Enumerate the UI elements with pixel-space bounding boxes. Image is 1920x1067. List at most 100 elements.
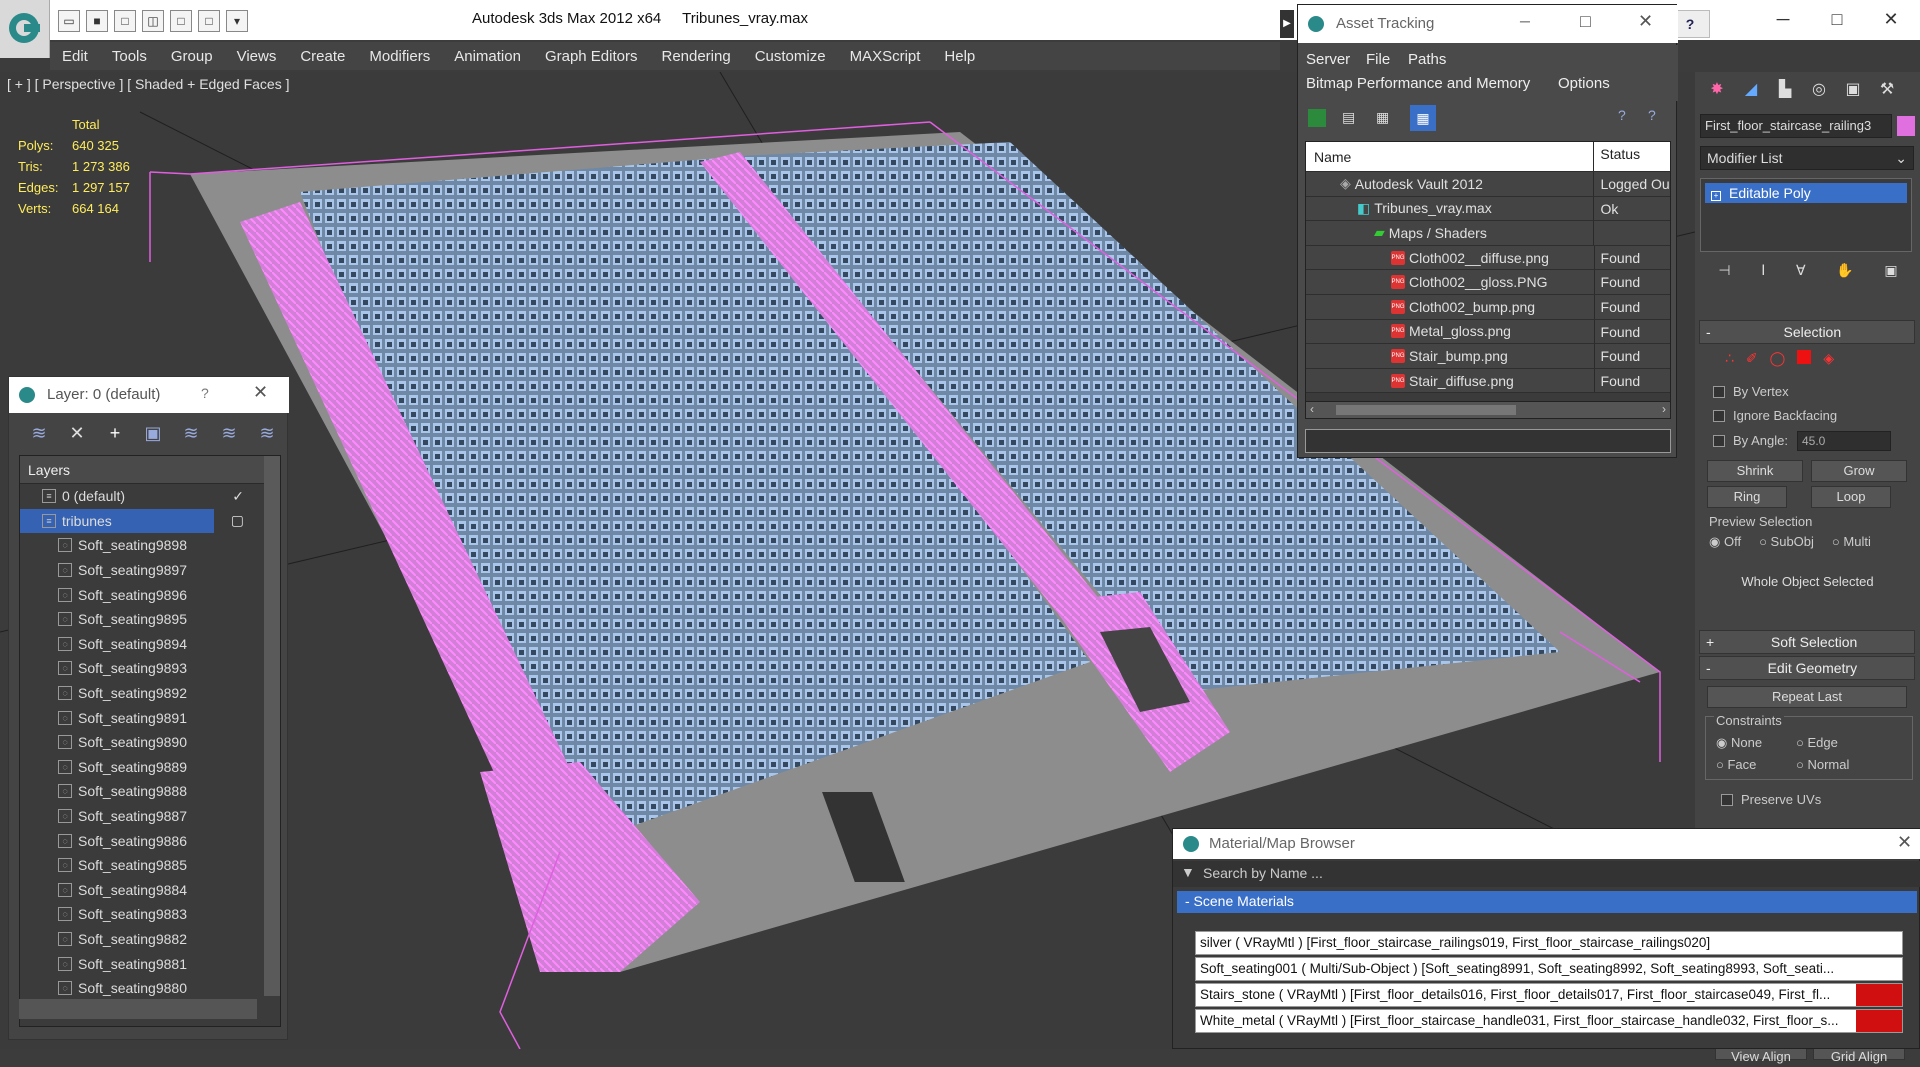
menu-group[interactable]: Group	[159, 48, 225, 65]
close-icon[interactable]: ✕	[1897, 832, 1912, 853]
layer-row[interactable]: ◌ Soft_seating9882	[20, 927, 254, 952]
table-view-icon[interactable]: ▦	[1410, 105, 1436, 131]
maximize-icon[interactable]: □	[1814, 4, 1860, 34]
layer-panel-titlebar[interactable]: Layer: 0 (default) ? ✕	[9, 377, 289, 413]
asset-row[interactable]: PNG Cloth002__gloss.PNG Found	[1306, 270, 1670, 295]
menu-animation[interactable]: Animation	[442, 48, 533, 65]
close-icon[interactable]: ✕	[1638, 11, 1653, 32]
menu-views[interactable]: Views	[225, 48, 289, 65]
layer-row[interactable]: ◌ Soft_seating9893	[20, 656, 254, 681]
display-tab-icon[interactable]: ▣	[1839, 78, 1867, 104]
add-to-layer-icon[interactable]: +	[101, 420, 129, 446]
scroll-right-icon[interactable]: ›	[1662, 402, 1666, 416]
hierarchy-tab-icon[interactable]: ▙	[1771, 78, 1799, 104]
layer-vertical-scrollbar[interactable]	[264, 456, 280, 996]
menu-bitmap-performance[interactable]: Bitmap Performance and Memory	[1306, 75, 1530, 92]
app-menu-button[interactable]	[0, 0, 50, 58]
vertex-icon[interactable]: ∴	[1725, 350, 1734, 367]
selection-rollout-header[interactable]: - Selection	[1699, 320, 1915, 344]
asset-row[interactable]: PNG Stair_diffuse.png Found	[1306, 368, 1670, 394]
asset-path-field[interactable]	[1305, 429, 1671, 453]
object-name-field[interactable]: First_floor_staircase_railing3	[1700, 114, 1892, 138]
hide-all-icon[interactable]: ≋	[215, 420, 243, 446]
layer-row[interactable]: ◌ Soft_seating9880	[20, 976, 254, 1001]
layer-row[interactable]: ◌ Soft_seating9885	[20, 853, 254, 878]
close-icon[interactable]: ✕	[1868, 4, 1914, 34]
edit-geometry-rollout-header[interactable]: - Edit Geometry	[1699, 656, 1915, 680]
motion-tab-icon[interactable]: ◎	[1805, 78, 1833, 104]
current-layer-checkmark-icon[interactable]: ✓	[232, 488, 244, 505]
menu-options[interactable]: Options	[1558, 75, 1610, 92]
layer-help-icon[interactable]: ?	[201, 385, 209, 401]
border-icon[interactable]: ◯	[1770, 350, 1786, 367]
layer-row[interactable]: ◌ Soft_seating9883	[20, 902, 254, 927]
material-row[interactable]: White_metal ( VRayMtl ) [First_floor_sta…	[1195, 1009, 1903, 1033]
stack-item-editable-poly[interactable]: + Editable Poly	[1705, 183, 1907, 203]
layer-row[interactable]: ◌ Soft_seating9891	[20, 705, 254, 730]
scene-materials-group[interactable]: - Scene Materials	[1177, 891, 1917, 913]
constraint-edge-radio[interactable]: ○ Edge	[1796, 735, 1838, 750]
new-layer-icon[interactable]: ≋	[25, 420, 53, 446]
minimize-icon[interactable]: ─	[1760, 4, 1806, 34]
thumbnail-view-icon[interactable]: ▦	[1376, 109, 1389, 126]
constraint-normal-radio[interactable]: ○ Normal	[1796, 757, 1849, 772]
angle-spinner[interactable]: 45.0	[1797, 431, 1891, 451]
show-end-result-icon[interactable]: Ⅰ	[1761, 262, 1765, 286]
menu-modifiers[interactable]: Modifiers	[357, 48, 442, 65]
minimize-icon[interactable]: ─	[1520, 13, 1530, 29]
filter-icon[interactable]: ▼	[1181, 864, 1195, 880]
asset-row[interactable]: ◧ Tribunes_vray.max Ok	[1306, 196, 1670, 222]
title-arrow-icon[interactable]: ▶	[1280, 10, 1294, 38]
layer-row[interactable]: ◌ Soft_seating9889	[20, 755, 254, 780]
menu-paths[interactable]: Paths	[1408, 51, 1446, 68]
context-help-icon[interactable]: ?	[1648, 107, 1656, 123]
menu-customize[interactable]: Customize	[743, 48, 838, 65]
menu-create[interactable]: Create	[288, 48, 357, 65]
shrink-button[interactable]: Shrink	[1707, 460, 1803, 482]
element-icon[interactable]: ◈	[1823, 350, 1834, 367]
column-name[interactable]: Name	[1306, 142, 1595, 171]
layer-row[interactable]: ◌ Soft_seating9895	[20, 607, 254, 632]
asset-row[interactable]: PNG Cloth002__diffuse.png Found	[1306, 245, 1670, 271]
list-view-icon[interactable]: ▤	[1342, 109, 1355, 126]
constraint-face-radio[interactable]: ○ Face	[1716, 757, 1756, 772]
layer-row[interactable]: ◌ Soft_seating9894	[20, 632, 254, 657]
layer-row[interactable]: ◌ Soft_seating9896	[20, 582, 254, 607]
menu-rendering[interactable]: Rendering	[649, 48, 742, 65]
by-vertex-checkbox[interactable]: By Vertex	[1713, 384, 1789, 399]
select-layer-icon[interactable]: ≋	[177, 420, 205, 446]
layer-row[interactable]: ◌ Soft_seating9898	[20, 533, 254, 558]
menu-tools[interactable]: Tools	[100, 48, 159, 65]
menu-server[interactable]: Server	[1306, 51, 1350, 68]
asset-horizontal-scrollbar[interactable]: ‹ ›	[1305, 401, 1671, 419]
preview-off-radio[interactable]: ◉ Off	[1709, 534, 1741, 550]
material-search-input[interactable]: ▼ Search by Name ...	[1173, 861, 1920, 887]
layer-row[interactable]: ◌ Soft_seating9884	[20, 878, 254, 903]
menu-graph-editors[interactable]: Graph Editors	[533, 48, 650, 65]
layer-row[interactable]: ◌ Soft_seating9890	[20, 730, 254, 755]
repeat-last-button[interactable]: Repeat Last	[1707, 686, 1907, 708]
layer-hidden-toggle-icon[interactable]: ▢	[231, 512, 244, 529]
layer-row[interactable]: ◌ Soft_seating9897	[20, 558, 254, 583]
layer-row[interactable]: ◌ Soft_seating9887	[20, 804, 254, 829]
layer-row[interactable]: ◌ Soft_seating9892	[20, 681, 254, 706]
configure-sets-icon[interactable]: ▣	[1884, 262, 1897, 286]
delete-layer-icon[interactable]: ✕	[63, 420, 91, 446]
menu-edit[interactable]: Edit	[50, 48, 100, 65]
scroll-thumb[interactable]	[1336, 405, 1516, 415]
freeze-all-icon[interactable]: ≋	[253, 420, 281, 446]
layer-row[interactable]: ◌ Soft_seating9881	[20, 951, 254, 976]
asset-row[interactable]: PNG Metal_gloss.png Found	[1306, 319, 1670, 345]
preview-multi-radio[interactable]: ○ Multi	[1832, 534, 1871, 550]
scroll-left-icon[interactable]: ‹	[1310, 402, 1314, 416]
grow-button[interactable]: Grow	[1811, 460, 1907, 482]
modify-tab-icon[interactable]: ◢	[1737, 78, 1765, 104]
asset-row[interactable]: PNG Cloth002_bump.png Found	[1306, 294, 1670, 320]
menu-file[interactable]: File	[1366, 51, 1390, 68]
modifier-list-dropdown[interactable]: Modifier List ⌄	[1700, 146, 1914, 170]
loop-button[interactable]: Loop	[1811, 486, 1891, 508]
column-status[interactable]: Status	[1594, 142, 1670, 171]
object-color-swatch[interactable]	[1897, 116, 1915, 136]
create-tab-icon[interactable]: ✸	[1703, 78, 1731, 104]
asset-row[interactable]: PNG Stair_bump.png Found	[1306, 344, 1670, 369]
